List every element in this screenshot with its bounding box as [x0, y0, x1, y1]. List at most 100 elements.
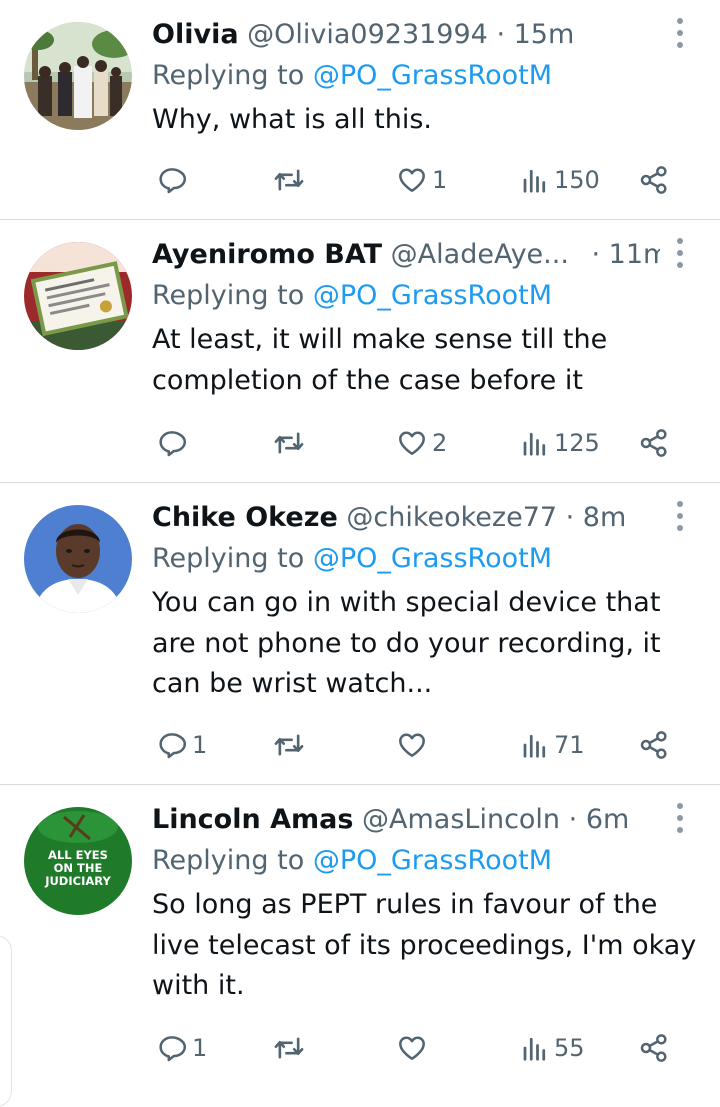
avatar[interactable]	[24, 22, 132, 130]
replying-to: Replying to @PO_GrassRootM	[152, 278, 552, 314]
retweet-icon	[274, 734, 304, 756]
reply-button[interactable]	[156, 160, 192, 200]
share-button[interactable]	[638, 160, 670, 200]
avatar-certificate-photo	[24, 242, 132, 350]
tweet[interactable]: Ayeniromo BAT @AladeAye... · 11m Replyin…	[0, 220, 720, 482]
user-handle[interactable]: @AmasLincoln	[362, 804, 560, 835]
reply-icon	[159, 168, 187, 194]
heart-icon	[399, 1036, 425, 1060]
timestamp[interactable]: · 8m	[566, 502, 627, 533]
like-button[interactable]: 1	[396, 160, 447, 200]
like-count: 1	[432, 166, 448, 194]
replying-to-handle[interactable]: @PO_GrassRootM	[313, 280, 552, 311]
retweet-icon	[274, 1037, 304, 1059]
replying-to-label: Replying to	[152, 280, 305, 311]
replying-to: Replying to @PO_GrassRootM	[152, 541, 552, 577]
heart-icon	[399, 733, 425, 757]
views-button[interactable]: 71	[520, 725, 585, 765]
logo-line: ALL EYES	[48, 848, 108, 862]
avatar[interactable]: ALL EYES ON THE JUDICIARY	[24, 807, 132, 915]
retweet-icon	[274, 432, 304, 454]
tweet-header: Lincoln Amas @AmasLincoln · 6m	[152, 802, 660, 838]
action-bar: 2 125	[150, 423, 690, 463]
replying-to: Replying to @PO_GrassRootM	[152, 58, 552, 94]
timestamp[interactable]: · 15m	[496, 19, 574, 50]
reply-button[interactable]	[156, 423, 192, 463]
replying-to-handle[interactable]: @PO_GrassRootM	[313, 60, 552, 91]
share-icon	[640, 166, 667, 194]
share-icon	[640, 1034, 667, 1062]
views-count: 125	[554, 429, 600, 457]
tweet-header: Olivia @Olivia09231994 · 15m	[152, 17, 660, 53]
tweet-header: Ayeniromo BAT @AladeAye... · 11m	[152, 237, 660, 273]
avatar[interactable]	[24, 505, 132, 613]
timestamp[interactable]: · 11m	[592, 239, 660, 270]
action-bar: 1 150	[150, 160, 690, 200]
user-handle[interactable]: @AladeAye...	[391, 239, 569, 270]
action-bar: 1 55	[150, 1028, 690, 1068]
retweet-button[interactable]	[272, 725, 310, 765]
views-chart-icon	[523, 1037, 546, 1061]
compose-panel-edge	[0, 935, 12, 1107]
share-icon	[640, 731, 667, 759]
avatar-logo: ALL EYES ON THE JUDICIARY	[24, 807, 132, 915]
heart-icon	[399, 431, 425, 455]
share-button[interactable]	[638, 1028, 670, 1068]
user-handle[interactable]: @chikeokeze77	[346, 502, 557, 533]
tweet-text: At least, it will make sense till the co…	[152, 324, 608, 396]
avatar[interactable]	[24, 242, 132, 350]
more-options-icon[interactable]	[674, 18, 686, 48]
views-button[interactable]: 125	[520, 423, 600, 463]
views-chart-icon	[523, 734, 546, 758]
views-button[interactable]: 55	[520, 1028, 585, 1068]
display-name[interactable]: Olivia	[152, 19, 239, 50]
reply-icon	[159, 1036, 187, 1062]
logo-line: JUDICIARY	[44, 874, 111, 888]
replying-to: Replying to @PO_GrassRootM	[152, 843, 552, 879]
tweet-text: Why, what is all this.	[152, 104, 432, 135]
logo-line: ON THE	[54, 861, 103, 875]
more-options-icon[interactable]	[674, 501, 686, 531]
display-name[interactable]: Ayeniromo BAT	[152, 239, 382, 270]
views-count: 150	[554, 166, 600, 194]
avatar-group-photo	[24, 22, 132, 130]
reply-count: 1	[192, 1034, 208, 1062]
views-chart-icon	[523, 432, 546, 456]
replying-to-handle[interactable]: @PO_GrassRootM	[313, 543, 552, 574]
views-count: 55	[554, 1034, 585, 1062]
views-chart-icon	[523, 169, 546, 193]
share-button[interactable]	[638, 423, 670, 463]
share-button[interactable]	[638, 725, 670, 765]
views-count: 71	[554, 731, 585, 759]
action-bar: 1 71	[150, 725, 690, 765]
reply-button[interactable]: 1	[156, 1028, 207, 1068]
tweet-header: Chike Okeze @chikeokeze77 · 8m	[152, 500, 660, 536]
retweet-icon	[274, 169, 304, 191]
like-button[interactable]: 2	[396, 423, 447, 463]
replying-to-label: Replying to	[152, 845, 305, 876]
replying-to-handle[interactable]: @PO_GrassRootM	[313, 845, 552, 876]
like-button[interactable]	[396, 725, 432, 765]
more-options-icon[interactable]	[674, 238, 686, 268]
avatar-portrait-photo	[24, 505, 132, 613]
user-handle[interactable]: @Olivia09231994	[247, 19, 488, 50]
retweet-button[interactable]	[272, 1028, 310, 1068]
replying-to-label: Replying to	[152, 543, 305, 574]
tweet[interactable]: ALL EYES ON THE JUDICIARY Lincoln Amas @…	[0, 785, 720, 1087]
views-button[interactable]: 150	[520, 160, 600, 200]
tweet[interactable]: Olivia @Olivia09231994 · 15m Replying to…	[0, 0, 720, 219]
retweet-button[interactable]	[272, 160, 310, 200]
reply-icon	[159, 733, 187, 759]
like-button[interactable]	[396, 1028, 432, 1068]
more-options-icon[interactable]	[674, 803, 686, 833]
tweet-text: You can go in with special device that a…	[152, 587, 661, 699]
tweet[interactable]: Chike Okeze @chikeokeze77 · 8m Replying …	[0, 483, 720, 784]
display-name[interactable]: Lincoln Amas	[152, 804, 353, 835]
replying-to-label: Replying to	[152, 60, 305, 91]
heart-icon	[399, 168, 425, 192]
display-name[interactable]: Chike Okeze	[152, 502, 338, 533]
retweet-button[interactable]	[272, 423, 310, 463]
timestamp[interactable]: · 6m	[569, 804, 630, 835]
reply-button[interactable]: 1	[156, 725, 207, 765]
reply-count: 1	[192, 731, 208, 759]
